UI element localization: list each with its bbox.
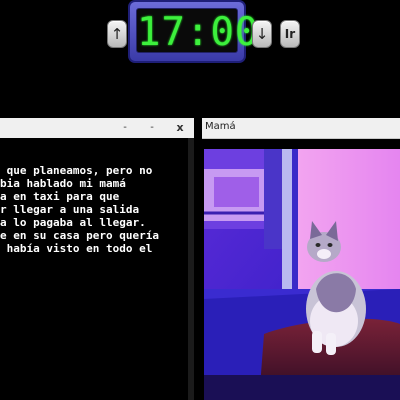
close-button[interactable]: x: [171, 119, 189, 136]
clock-widget: ↑ 17:00 ↓ Ir: [0, 0, 400, 70]
text-line: e en su casa pero quería: [0, 229, 159, 242]
down-arrow-button[interactable]: ↓: [252, 20, 272, 48]
text-line: a lo pagaba al llegar.: [0, 216, 146, 229]
text-line: a en taxi para que: [0, 190, 120, 203]
text-window-body: que planeamos, pero no bia hablado mi ma…: [0, 138, 194, 400]
photo-window-title: Mamá: [205, 121, 236, 132]
up-arrow-button[interactable]: ↑: [107, 20, 127, 48]
desktop: ↑ 17:00 ↓ Ir - - x que planeamos, pero n…: [0, 0, 400, 400]
maximize-button[interactable]: -: [143, 119, 161, 136]
text-line: que planeamos, pero no: [0, 164, 153, 177]
window-divider: [194, 118, 202, 400]
text-line: bia hablado mi mamá: [0, 177, 126, 190]
photo-window: Mamá: [202, 118, 400, 400]
clock-display: 17:00: [128, 0, 260, 63]
minimize-button[interactable]: -: [116, 119, 134, 136]
go-button[interactable]: Ir: [280, 20, 300, 48]
text-reader-window: - - x que planeamos, pero no bia hablado…: [0, 118, 194, 400]
photo-window-titlebar[interactable]: Mamá: [202, 118, 400, 139]
text-window-titlebar[interactable]: - - x: [0, 118, 194, 139]
clock-time: 17:00: [137, 10, 260, 55]
text-line: había visto en todo el: [0, 242, 153, 255]
text-line: r llegar a una salida: [0, 203, 140, 216]
clock-screen: 17:00: [136, 8, 260, 55]
cat-photo: [204, 149, 400, 400]
